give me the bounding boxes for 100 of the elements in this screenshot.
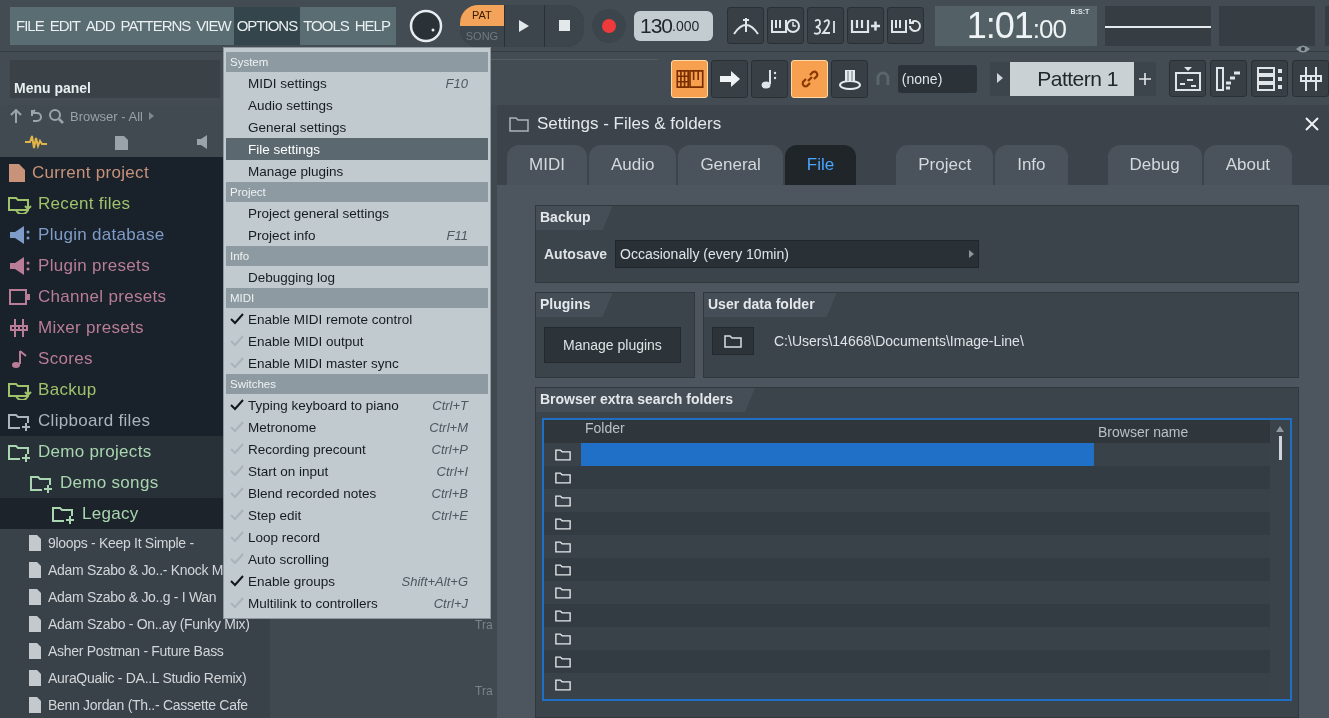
folder-icon[interactable] xyxy=(554,494,571,507)
record-button[interactable] xyxy=(591,8,626,43)
folder-icon[interactable] xyxy=(554,609,571,622)
piano-roll-button[interactable] xyxy=(1210,60,1247,97)
stop-button[interactable] xyxy=(543,4,584,47)
toolbar-toggle[interactable] xyxy=(711,59,748,98)
scroll-up-icon[interactable] xyxy=(1276,426,1284,432)
folder-icon[interactable] xyxy=(554,471,571,484)
menu-item[interactable]: MIDI settings F10 xyxy=(226,72,488,94)
tree-label: Channel presets xyxy=(38,286,167,307)
menu-item[interactable]: TOOLS xyxy=(300,6,352,45)
settings-tab[interactable]: General xyxy=(678,145,783,185)
folder-icon[interactable] xyxy=(554,540,571,553)
menu-item[interactable]: Project general settings xyxy=(226,202,488,224)
piano-roll-icon xyxy=(1214,65,1243,92)
up-arrow-icon[interactable] xyxy=(10,109,22,124)
speaker-icon xyxy=(8,255,32,276)
file-row[interactable]: Adam Szabo - On..ay (Funky Mix) xyxy=(0,610,270,637)
mixer-button[interactable] xyxy=(1292,60,1329,97)
close-icon[interactable] xyxy=(1305,117,1319,131)
file-row[interactable]: Benn Jordan (Th..- Cassette Cafe xyxy=(0,691,270,718)
folder-icon[interactable] xyxy=(554,517,571,530)
browser-title[interactable]: Browser - All xyxy=(70,108,143,124)
eye-icon[interactable] xyxy=(1295,43,1312,54)
wait-input-button[interactable] xyxy=(767,7,805,44)
tempo-field[interactable]: 130.000 xyxy=(633,10,714,41)
menu-item[interactable]: File settings xyxy=(226,138,488,160)
menu-item[interactable]: PATTERNS xyxy=(117,6,194,45)
folder-icon[interactable] xyxy=(554,563,571,576)
metronome-button[interactable] xyxy=(727,7,765,44)
menu-item[interactable]: Enable MIDI master sync xyxy=(226,352,488,374)
tree-label: Mixer presets xyxy=(38,317,144,338)
shortcut-label: F11 xyxy=(446,227,468,243)
playlist-button[interactable] xyxy=(1169,60,1206,97)
document-icon xyxy=(28,560,42,579)
tree-label: Current project xyxy=(32,162,149,183)
menu-item-label: Enable MIDI master sync xyxy=(248,355,399,371)
settings-tab[interactable]: Audio xyxy=(588,145,677,185)
settings-tab[interactable]: File xyxy=(784,145,857,185)
section-title: Plugins xyxy=(536,293,613,317)
countdown-button[interactable] xyxy=(807,7,845,44)
menu-item[interactable]: EDIT xyxy=(46,6,83,45)
caret-icon[interactable] xyxy=(148,112,154,121)
speaker-icon[interactable] xyxy=(196,134,210,151)
menu-item[interactable]: VIEW xyxy=(193,6,234,45)
browse-folder-button[interactable] xyxy=(712,327,754,355)
pattern-menu-button[interactable] xyxy=(990,61,1010,96)
menu-item[interactable]: Audio settings xyxy=(226,94,488,116)
menu-item[interactable]: Debugging log xyxy=(226,266,488,288)
settings-tab[interactable]: Info xyxy=(995,145,1068,185)
menu-item-label: File settings xyxy=(248,141,321,157)
undo-icon[interactable] xyxy=(28,109,42,124)
menu-item[interactable]: General settings xyxy=(226,116,488,138)
manage-plugins-button[interactable]: Manage plugins xyxy=(544,327,681,363)
scrollbar-thumb[interactable] xyxy=(1278,436,1282,460)
folder-icon[interactable] xyxy=(554,448,571,461)
loop-record-button[interactable] xyxy=(887,7,925,44)
menu-item[interactable]: Metronome Ctrl+M xyxy=(226,416,488,438)
file-row[interactable]: Asher Postman - Future Bass xyxy=(0,637,270,664)
menu-item-label: MIDI settings xyxy=(248,75,327,91)
file-name: AuraQualic - DA..L Studio Remix) xyxy=(48,669,247,686)
menu-item[interactable]: OPTIONS xyxy=(233,6,301,45)
autosave-dropdown[interactable]: Occasionally (every 10min) xyxy=(615,240,980,268)
pattern-selector[interactable]: Pattern 1 xyxy=(1010,61,1134,96)
files-icon[interactable] xyxy=(114,133,130,152)
settings-tab[interactable]: MIDI xyxy=(507,145,587,185)
settings-tab[interactable]: Project xyxy=(896,145,994,185)
hint-title: Menu panel xyxy=(14,79,91,96)
folder-icon[interactable] xyxy=(554,655,571,668)
play-button[interactable] xyxy=(503,4,544,47)
menu-item[interactable]: ADD xyxy=(82,6,118,45)
search-icon[interactable] xyxy=(48,108,64,125)
section-title: Backup xyxy=(536,206,613,230)
waveform-icon[interactable] xyxy=(24,134,48,151)
menu-item[interactable]: Enable MIDI remote control xyxy=(226,308,488,330)
toolbar-toggle[interactable] xyxy=(831,59,868,98)
settings-tab[interactable]: About xyxy=(1203,145,1293,185)
folder-icon[interactable] xyxy=(554,586,571,599)
mode-toggle[interactable]: PAT xyxy=(459,4,504,26)
stop-icon xyxy=(558,20,570,31)
menu-item[interactable]: FILE xyxy=(13,6,47,45)
knob-icon[interactable] xyxy=(407,7,444,44)
file-row[interactable]: AuraQualic - DA..L Studio Remix) xyxy=(0,664,270,691)
menu-item[interactable]: Manage plugins xyxy=(226,160,488,182)
menu-section-header: Project xyxy=(226,182,488,202)
channel-rack-button[interactable] xyxy=(1251,60,1288,97)
midi-device-dropdown[interactable]: (none) xyxy=(897,64,977,93)
menu-item-label: Manage plugins xyxy=(248,163,344,179)
menu-item[interactable]: Typing keyboard to piano Ctrl+T xyxy=(226,394,488,416)
section-title: Browser extra search folders xyxy=(536,388,755,412)
add-pattern-button[interactable] xyxy=(1134,61,1156,96)
arrow-icon xyxy=(718,69,741,88)
step-edit-button[interactable] xyxy=(847,7,885,44)
folder-icon[interactable] xyxy=(554,632,571,645)
menu-item[interactable]: Project info F11 xyxy=(226,224,488,246)
folder-icon[interactable] xyxy=(554,678,571,691)
menu-item[interactable]: HELP xyxy=(351,6,393,45)
toolbar-toggle[interactable] xyxy=(751,59,788,98)
settings-tab[interactable]: Debug xyxy=(1107,145,1202,185)
menu-item[interactable]: Enable MIDI output xyxy=(226,330,488,352)
